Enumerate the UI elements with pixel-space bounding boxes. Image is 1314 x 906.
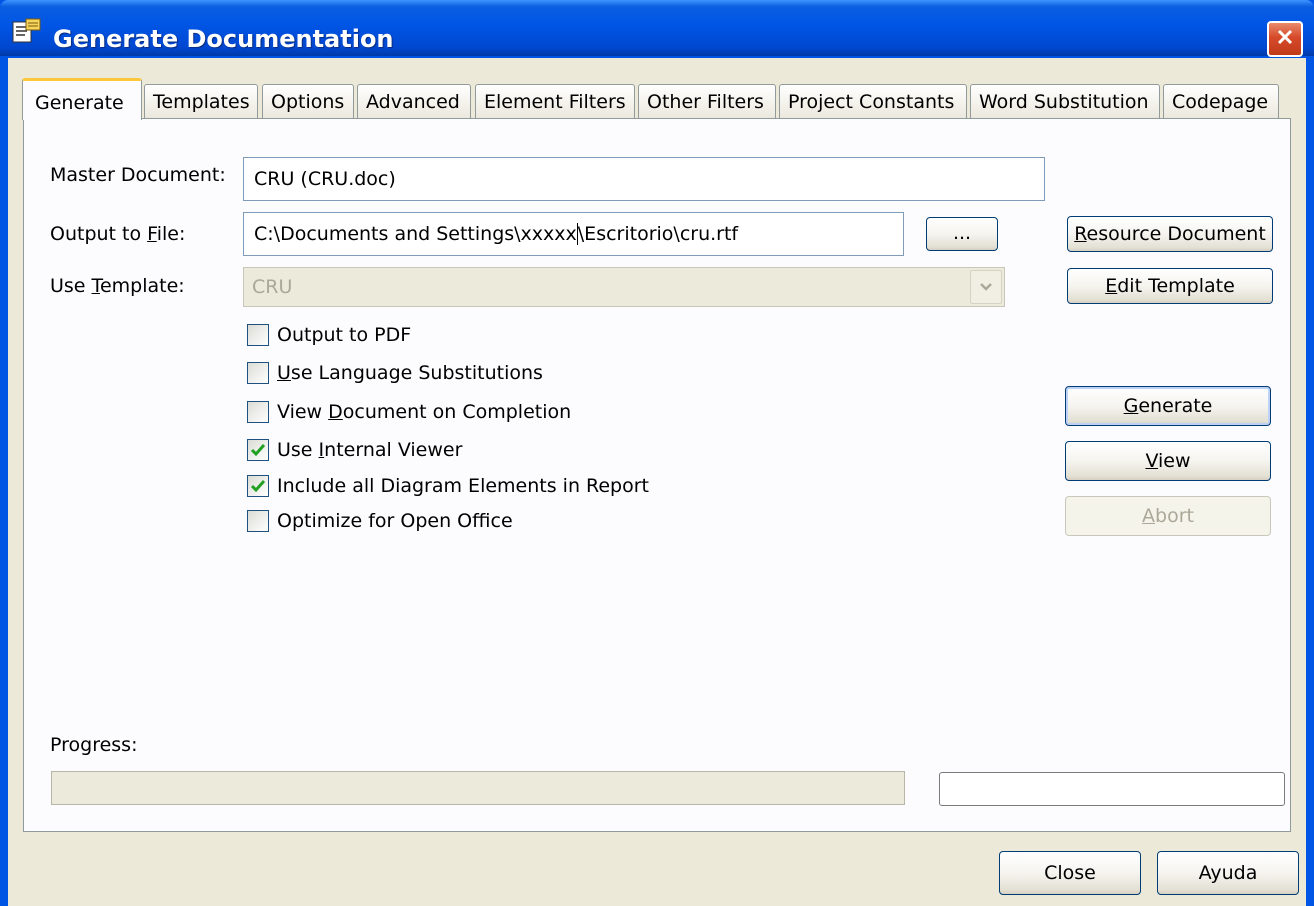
tab-element-filters[interactable]: Element Filters xyxy=(475,84,635,118)
progress-bar xyxy=(51,771,905,805)
resource-document-button[interactable]: Resource Document xyxy=(1067,216,1273,252)
checkbox-label: Output to PDF xyxy=(277,324,412,346)
checkbox-label: Optimize for Open Office xyxy=(277,510,513,532)
checkmark-icon xyxy=(250,444,266,457)
checkbox-box[interactable] xyxy=(247,324,269,346)
help-button[interactable]: Ayuda xyxy=(1157,851,1299,895)
checkbox-box[interactable] xyxy=(247,475,269,497)
checkbox-box[interactable] xyxy=(247,439,269,461)
checkmark-icon xyxy=(250,480,266,493)
tab-codepage[interactable]: Codepage xyxy=(1163,84,1279,118)
progress-label: Progress: xyxy=(50,734,138,756)
generate-button[interactable]: Generate xyxy=(1065,386,1271,426)
checkbox-box[interactable] xyxy=(247,510,269,532)
output-file-field[interactable]: C:\Documents and Settings\xxxxx\Escritor… xyxy=(243,212,904,256)
output-file-label: Output to File: xyxy=(50,223,186,245)
title-bar[interactable]: Generate Documentation xyxy=(0,0,1314,57)
use-template-value: CRU xyxy=(252,276,293,298)
checkbox-language-substitutions[interactable]: Use Language Substitutions xyxy=(247,362,543,384)
tab-other-filters[interactable]: Other Filters xyxy=(638,84,776,118)
dialog-client-area: Generate Templates Options Advanced Elem… xyxy=(8,58,1306,906)
checkbox-output-pdf[interactable]: Output to PDF xyxy=(247,324,411,346)
checkbox-open-office[interactable]: Optimize for Open Office xyxy=(247,510,513,532)
close-icon xyxy=(1275,27,1295,52)
document-settings-icon xyxy=(12,18,42,44)
checkbox-diagram-elements[interactable]: Include all Diagram Elements in Report xyxy=(247,475,649,497)
tab-word-substitution[interactable]: Word Substitution xyxy=(970,84,1160,118)
checkbox-box[interactable] xyxy=(247,362,269,384)
use-template-label: Use Template: xyxy=(50,275,185,297)
abort-button: Abort xyxy=(1065,496,1271,536)
master-document-field[interactable]: CRU (CRU.doc) xyxy=(243,157,1045,201)
tab-templates[interactable]: Templates xyxy=(144,84,258,118)
checkbox-label: Include all Diagram Elements in Report xyxy=(277,475,650,497)
checkbox-label: Use Internal Viewer xyxy=(277,439,463,461)
checkbox-internal-viewer[interactable]: Use Internal Viewer xyxy=(247,439,462,461)
tab-advanced[interactable]: Advanced xyxy=(357,84,471,118)
checkbox-view-document[interactable]: View Document on Completion xyxy=(247,401,571,423)
window-title: Generate Documentation xyxy=(53,25,394,53)
close-button[interactable]: Close xyxy=(999,851,1141,895)
master-document-label: Master Document: xyxy=(50,164,226,186)
tab-options[interactable]: Options xyxy=(262,84,354,118)
close-window-button[interactable] xyxy=(1267,21,1303,57)
tab-project-constants[interactable]: Project Constants xyxy=(779,84,967,118)
progress-status-box xyxy=(939,772,1285,806)
edit-template-button[interactable]: Edit Template xyxy=(1067,268,1273,304)
checkbox-label: View Document on Completion xyxy=(277,401,572,423)
tab-generate[interactable]: Generate xyxy=(22,78,142,120)
chevron-down-icon xyxy=(970,270,1002,304)
checkbox-box[interactable] xyxy=(247,401,269,423)
browse-button[interactable]: ... xyxy=(926,217,998,251)
checkbox-label: Use Language Substitutions xyxy=(277,362,543,384)
dialog-window: Generate Documentation Generate Template… xyxy=(0,0,1314,906)
generate-tab-panel: Master Document: CRU (CRU.doc) Output to… xyxy=(23,118,1291,832)
view-button[interactable]: View xyxy=(1065,441,1271,481)
use-template-select: CRU xyxy=(243,267,1005,307)
